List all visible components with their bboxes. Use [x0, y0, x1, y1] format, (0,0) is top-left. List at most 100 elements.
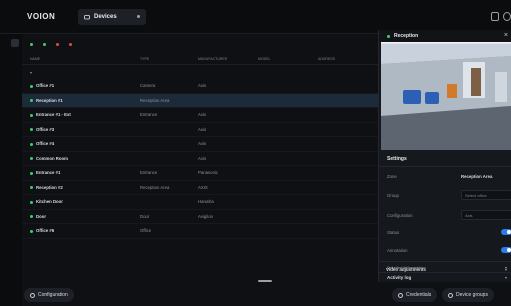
table-row[interactable]: Office #6 Office: [22, 224, 378, 239]
camera-preview[interactable]: [381, 42, 511, 150]
divider: [379, 261, 511, 262]
left-rail: [0, 34, 22, 306]
sidebar-toggle-icon[interactable]: [11, 39, 19, 47]
zone-label: Zone: [387, 174, 397, 179]
status-dot-icon: [30, 215, 33, 218]
configuration-select[interactable]: Axis: [461, 210, 511, 220]
status-dot-icon: [30, 84, 33, 88]
status-dot-icon: [387, 34, 390, 38]
status-filters: [30, 40, 74, 48]
status-label: Status: [387, 230, 400, 235]
cell-manufacturer: Avigilon: [198, 213, 213, 219]
accordion-row: Video adjustments ▾: [378, 264, 511, 276]
credentials-button[interactable]: Credentials: [392, 288, 438, 302]
camera-icon: [84, 15, 90, 20]
device-groups-button[interactable]: Device groups: [442, 288, 494, 302]
notification-icon[interactable]: [491, 12, 499, 21]
status-dot-icon: [56, 42, 59, 46]
tab-devices[interactable]: Devices: [78, 9, 146, 25]
status-dot-icon: [30, 113, 33, 117]
table-row[interactable]: Office #1 Camera Axis: [22, 79, 378, 94]
user-icon[interactable]: [503, 12, 511, 21]
status-dot-icon: [30, 128, 33, 131]
bottom-bar: Configuration Credentials Device groups: [22, 286, 511, 306]
status-dot-icon: [30, 186, 33, 189]
table-group-header[interactable]: ▾: [30, 70, 35, 75]
cell-type: Reception Area: [140, 97, 170, 103]
cell-manufacturer: Axis: [198, 112, 207, 117]
zone-value: Reception Area: [461, 174, 493, 179]
configuration-label: Configuration: [387, 213, 413, 218]
cell-name: Reception #1: [36, 97, 63, 103]
column-header-model[interactable]: MODEL: [258, 57, 270, 61]
cell-name: Common Room: [36, 155, 68, 161]
table-row[interactable]: Door Door Avigilon: [22, 210, 378, 224]
cell-name: Entrance #1: [36, 170, 61, 175]
cell-name: Door: [36, 213, 47, 219]
filter-chip[interactable]: [69, 42, 74, 46]
cell-name: Entrance #1 - Ext: [36, 112, 71, 117]
close-icon[interactable]: ×: [504, 32, 508, 39]
table-row[interactable]: Reception #1 Reception Area: [22, 93, 378, 108]
divider: [379, 166, 511, 167]
chevron-down-icon: ▾: [30, 70, 33, 75]
resize-handle[interactable]: [258, 280, 272, 282]
table-row[interactable]: Reception #2 Reception Area AXIS: [22, 181, 378, 195]
status-dot-icon: [30, 142, 33, 146]
column-header-address[interactable]: ADDRESS: [318, 57, 335, 61]
filter-chip[interactable]: [43, 42, 48, 46]
column-header-name[interactable]: NAME: [30, 57, 40, 61]
cell-manufacturer: Hanwha: [198, 199, 214, 204]
configuration-button[interactable]: Configuration: [24, 288, 74, 302]
cell-name: Office #3: [36, 126, 55, 132]
group-label: Group: [387, 193, 399, 198]
table-row[interactable]: Office #4 Axis: [22, 137, 378, 152]
device-groups-button-label: Device groups: [456, 292, 488, 298]
cell-type: Camera: [140, 83, 156, 88]
cell-name: Office #4: [36, 141, 55, 146]
cell-manufacturer: AXIS: [198, 184, 208, 190]
status-toggle[interactable]: [501, 229, 511, 235]
chevron-down-icon[interactable]: ▾: [505, 267, 507, 272]
filter-chip[interactable]: [30, 42, 35, 46]
table-header: NAME TYPE MANUFACTURER MODEL ADDRESS: [22, 53, 378, 65]
status-dot-icon: [30, 99, 33, 102]
cell-name: Office #6: [36, 228, 55, 233]
table-row[interactable]: Entrance #1 Entrance Panasonic: [22, 166, 378, 181]
group-select[interactable]: Select office: [461, 190, 511, 200]
cell-manufacturer: Axis: [198, 141, 207, 146]
status-dot-icon: [30, 157, 33, 160]
annotation-label: Annotation: [387, 248, 408, 253]
status-dot-icon: [43, 42, 46, 46]
gear-icon: [30, 292, 35, 298]
panel-title: Reception: [394, 33, 419, 39]
credentials-button-label: Credentials: [406, 292, 432, 298]
cell-type: Entrance: [140, 170, 158, 175]
filter-chip[interactable]: [56, 42, 61, 46]
settings-title: Settings: [387, 156, 407, 162]
table-row[interactable]: Common Room Axis: [22, 152, 378, 166]
cell-manufacturer: Panasonic: [198, 170, 219, 175]
column-header-manufacturer[interactable]: MANUFACTURER: [198, 57, 227, 61]
cell-type: Reception Area: [140, 184, 170, 190]
table-row[interactable]: Entrance #1 - Ext Entrance Axis: [22, 108, 378, 123]
cell-name: Kitchen Door: [36, 199, 63, 204]
cell-manufacturer: Axis: [198, 83, 207, 88]
status-dot-icon: [30, 171, 33, 175]
camera-preview-image: [381, 42, 511, 150]
status-dot-icon: [30, 42, 33, 46]
cell-manufacturer: Axis: [198, 126, 207, 132]
tab-menu-icon[interactable]: [137, 15, 140, 18]
tab-devices-label: Devices: [94, 14, 117, 20]
status-dot-icon: [30, 200, 33, 204]
column-header-type[interactable]: TYPE: [140, 57, 149, 61]
panel-header: Reception ×: [379, 30, 511, 42]
table-row[interactable]: Kitchen Door Hanwha: [22, 195, 378, 210]
accordion-video-adjustments[interactable]: Video adjustments: [386, 267, 426, 272]
table-row[interactable]: Office #3 Axis: [22, 123, 378, 137]
key-icon: [398, 292, 403, 298]
annotation-toggle[interactable]: [501, 247, 511, 253]
cell-name: Office #1: [36, 83, 55, 88]
cell-name: Reception #2: [36, 184, 63, 190]
top-bar: VOION Devices: [0, 0, 511, 34]
